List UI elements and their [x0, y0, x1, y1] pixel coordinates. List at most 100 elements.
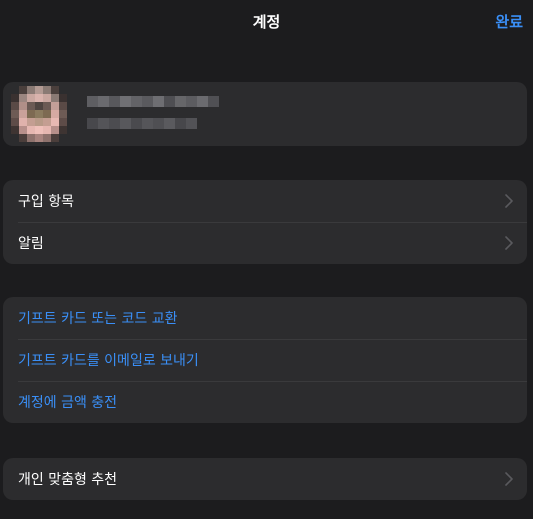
avatar-pixel: [67, 110, 75, 118]
avatar-pixel: [11, 118, 19, 126]
avatar-pixel: [11, 126, 19, 134]
avatar-pixel: [67, 134, 75, 142]
personalized-recommendations-label: 개인 맞춤형 추천: [18, 472, 118, 488]
account-email-redacted: [87, 118, 197, 129]
redaction-pixel: [186, 118, 197, 129]
avatar-pixel: [67, 118, 75, 126]
avatar-pixel: [11, 102, 19, 110]
avatar-pixel: [19, 102, 27, 110]
avatar: [11, 86, 75, 142]
chevron-right-icon: [505, 236, 513, 250]
avatar-pixel: [19, 126, 27, 134]
account-settings-group: 구입 항목 알림: [3, 180, 527, 264]
redaction-pixel: [197, 96, 208, 107]
avatar-pixel: [43, 110, 51, 118]
redaction-pixel: [131, 118, 142, 129]
account-name-redacted: [87, 96, 219, 107]
avatar-pixel: [51, 118, 59, 126]
page-title: 계정: [252, 13, 281, 31]
redaction-pixel: [186, 96, 197, 107]
redaction-pixel: [153, 118, 164, 129]
avatar-pixel: [27, 110, 35, 118]
avatar-pixel: [43, 126, 51, 134]
avatar-pixel: [19, 110, 27, 118]
avatar-pixel: [59, 110, 67, 118]
avatar-pixel: [51, 102, 59, 110]
done-button[interactable]: 완료: [495, 11, 523, 32]
avatar-pixel: [35, 110, 43, 118]
add-funds-row[interactable]: 계정에 금액 충전: [3, 381, 527, 423]
avatar-pixel: [43, 86, 51, 94]
avatar-pixel: [67, 102, 75, 110]
avatar-pixel: [11, 94, 19, 102]
redaction-pixel: [87, 96, 98, 107]
send-gift-card-link[interactable]: 기프트 카드를 이메일로 보내기: [18, 350, 199, 370]
purchased-items-row[interactable]: 구입 항목: [3, 180, 527, 222]
avatar-pixel: [27, 94, 35, 102]
avatar-pixel: [51, 86, 59, 94]
avatar-pixel: [11, 86, 19, 94]
profile-card[interactable]: [3, 82, 527, 146]
avatar-pixel: [67, 126, 75, 134]
chevron-right-icon: [505, 194, 513, 208]
recommendations-group: 개인 맞춤형 추천: [3, 458, 527, 500]
personalized-recommendations-row[interactable]: 개인 맞춤형 추천: [3, 458, 527, 500]
avatar-pixel: [59, 134, 67, 142]
avatar-pixel: [35, 134, 43, 142]
avatar-pixel: [43, 102, 51, 110]
avatar-pixel: [51, 126, 59, 134]
redaction-pixel: [120, 118, 131, 129]
redaction-pixel: [175, 96, 186, 107]
avatar-pixel: [59, 102, 67, 110]
avatar-pixel: [51, 110, 59, 118]
redaction-pixel: [87, 118, 98, 129]
avatar-pixel: [59, 94, 67, 102]
send-gift-card-row[interactable]: 기프트 카드를 이메일로 보내기: [3, 339, 527, 381]
avatar-pixel: [35, 86, 43, 94]
avatar-pixel: [19, 94, 27, 102]
redaction-pixel: [164, 96, 175, 107]
redaction-pixel: [142, 118, 153, 129]
avatar-pixel: [67, 86, 75, 94]
avatar-pixel: [35, 126, 43, 134]
redaction-pixel: [109, 96, 120, 107]
avatar-pixel: [27, 126, 35, 134]
notifications-row[interactable]: 알림: [3, 222, 527, 264]
avatar-pixel: [19, 86, 27, 94]
account-screen: 계정 완료 구입 항목 알림 기프트 카드 또는 코드 교환 기프트 카드를 이…: [0, 0, 533, 519]
redeem-gift-card-row[interactable]: 기프트 카드 또는 코드 교환: [3, 297, 527, 339]
avatar-pixel: [19, 118, 27, 126]
avatar-pixel: [51, 134, 59, 142]
navigation-bar: 계정 완료: [0, 0, 533, 44]
purchased-items-label: 구입 항목: [18, 194, 74, 210]
avatar-pixel: [43, 134, 51, 142]
avatar-pixel: [59, 118, 67, 126]
avatar-pixel: [27, 118, 35, 126]
avatar-pixel: [27, 134, 35, 142]
redaction-pixel: [142, 96, 153, 107]
redaction-pixel: [98, 96, 109, 107]
redeem-gift-card-link[interactable]: 기프트 카드 또는 코드 교환: [18, 308, 177, 328]
avatar-pixel: [59, 86, 67, 94]
avatar-pixel: [19, 134, 27, 142]
redaction-pixel: [175, 118, 186, 129]
avatar-pixel: [35, 94, 43, 102]
avatar-pixel: [35, 102, 43, 110]
notifications-label: 알림: [18, 236, 44, 252]
gift-card-group: 기프트 카드 또는 코드 교환 기프트 카드를 이메일로 보내기 계정에 금액 …: [3, 297, 527, 423]
redaction-pixel: [131, 96, 142, 107]
avatar-pixel: [51, 94, 59, 102]
redaction-pixel: [164, 118, 175, 129]
redaction-pixel: [120, 96, 131, 107]
avatar-pixel: [27, 102, 35, 110]
redaction-pixel: [153, 96, 164, 107]
avatar-pixel: [59, 126, 67, 134]
avatar-pixel: [43, 118, 51, 126]
redaction-pixel: [208, 96, 219, 107]
avatar-pixel: [11, 110, 19, 118]
avatar-pixel: [27, 86, 35, 94]
avatar-pixel: [67, 94, 75, 102]
avatar-pixel: [11, 134, 19, 142]
avatar-pixel: [35, 118, 43, 126]
add-funds-link[interactable]: 계정에 금액 충전: [18, 392, 117, 412]
